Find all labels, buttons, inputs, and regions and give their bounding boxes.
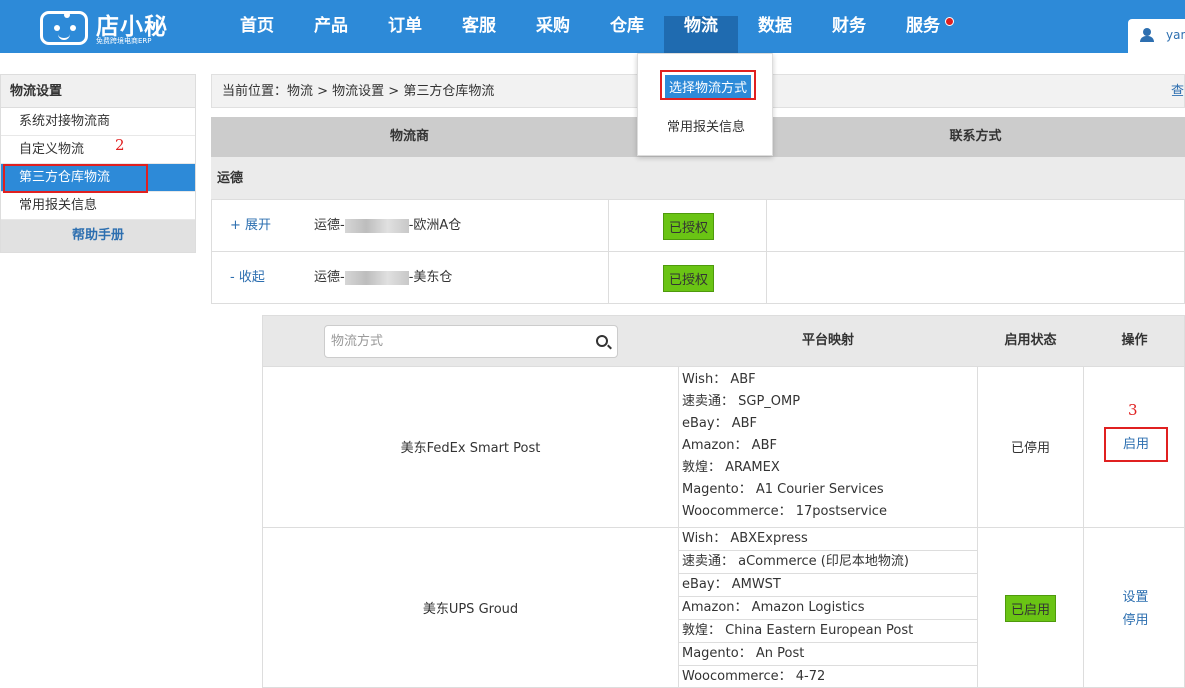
operations-cell: 设置 停用: [1083, 528, 1185, 688]
mapping-line: Woocommerce： 4-72: [679, 666, 977, 688]
top-bar: 店小秘 免费跨境电商ERP 首页 产品 订单 客服 采购 仓库 物流 数据 财务…: [0, 0, 1185, 53]
mapping-line: Magento： An Post: [679, 643, 977, 666]
status-text: 已停用: [1010, 441, 1050, 456]
col-status: 启用状态: [1004, 333, 1057, 348]
settings-link[interactable]: 设置: [1084, 586, 1185, 605]
sidebar-item-third-party-warehouse[interactable]: 第三方仓库物流: [1, 164, 195, 193]
nav-orders[interactable]: 订单: [368, 0, 442, 53]
search-icon[interactable]: [596, 335, 608, 347]
enabled-badge: 已启用: [1004, 595, 1056, 622]
sidebar-title: 物流设置: [1, 75, 195, 108]
col-platform-mapping: 平台映射: [801, 333, 854, 348]
dropdown-item-customs-info[interactable]: 常用报关信息: [638, 116, 774, 135]
nav-services[interactable]: 服务: [886, 0, 960, 53]
help-manual-link[interactable]: 帮助手册: [1, 220, 195, 252]
nav-customer-service[interactable]: 客服: [442, 0, 516, 53]
dropdown-item-select-method[interactable]: 选择物流方式: [660, 70, 757, 100]
mapping-line: 速卖通： SGP_OMP: [682, 394, 801, 409]
user-menu[interactable]: yan: [1128, 19, 1185, 53]
mapping-line: Amazon： ABF: [682, 438, 777, 453]
logistics-dropdown: 选择物流方式 常用报关信息: [637, 53, 773, 156]
sidebar-item-custom-logistics[interactable]: 自定义物流: [1, 136, 195, 164]
warehouse-name: 运德- -欧洲A仓: [314, 218, 462, 233]
col-operations: 操作: [1121, 333, 1148, 348]
sidebar-item-system-carriers[interactable]: 系统对接物流商: [1, 108, 195, 136]
breadcrumb-right-link[interactable]: 查: [1171, 75, 1184, 109]
mapping-line: 敦煌： ARAMEX: [682, 460, 780, 475]
nav-purchasing[interactable]: 采购: [516, 0, 590, 53]
authorized-badge: 已授权: [663, 213, 715, 240]
mapping-line: 敦煌： China Eastern European Post: [679, 620, 977, 643]
expand-link[interactable]: + 展开: [230, 200, 271, 252]
mapping-line: eBay： ABF: [682, 416, 757, 431]
method-search-input[interactable]: [325, 326, 585, 357]
mapping-line: eBay： AMWST: [679, 574, 977, 597]
mapping-line: Woocommerce： 17postservice: [682, 504, 887, 519]
carrier-group: 运德: [211, 157, 1185, 200]
operations-cell: 3 启用: [1083, 367, 1185, 527]
mapping-line: Magento： A1 Courier Services: [682, 482, 884, 497]
nav-products[interactable]: 产品: [294, 0, 368, 53]
mapping-line: Wish： ABF: [682, 372, 756, 387]
logo-subtitle: 免费跨境电商ERP: [96, 37, 152, 45]
disable-link[interactable]: 停用: [1084, 609, 1185, 628]
notification-dot-icon: [945, 17, 954, 26]
mapping-line: Wish： ABXExpress: [679, 528, 977, 551]
enable-button[interactable]: 启用: [1104, 427, 1168, 462]
nav-warehouse[interactable]: 仓库: [590, 0, 664, 53]
col-contact: 联系方式: [949, 129, 1002, 144]
annotation-3: 3: [1128, 401, 1138, 419]
sidebar-item-customs-info[interactable]: 常用报关信息: [1, 192, 195, 220]
warehouse-name: 运德- -美东仓: [314, 270, 453, 285]
status-cell: 已启用: [978, 595, 1083, 622]
annotation-2: 2: [115, 136, 125, 154]
warehouse-row: - 收起 运德- -美东仓 已授权: [211, 252, 1185, 304]
logo[interactable]: 店小秘 免费跨境电商ERP: [40, 5, 170, 47]
redacted-block: [344, 218, 409, 233]
nav-data[interactable]: 数据: [738, 0, 812, 53]
method-name: 美东FedEx Smart Post: [400, 441, 541, 456]
collapse-link[interactable]: - 收起: [230, 252, 265, 304]
table-row: 美东FedEx Smart Post Wish： ABF 速卖通： SGP_OM…: [262, 367, 1185, 528]
main-nav: 首页 产品 订单 客服 采购 仓库 物流 数据 财务 服务: [220, 0, 960, 53]
authorized-badge: 已授权: [663, 265, 715, 292]
col-carrier: 物流商: [389, 129, 429, 144]
method-name: 美东UPS Groud: [422, 602, 519, 617]
platform-mapping: Wish： ABF 速卖通： SGP_OMP eBay： ABF Amazon：…: [678, 367, 978, 527]
nav-finance[interactable]: 财务: [812, 0, 886, 53]
nav-home[interactable]: 首页: [220, 0, 294, 53]
redacted-block: [344, 270, 409, 285]
platform-mapping: Wish： ABXExpress 速卖通： aCommerce (印尼本地物流)…: [678, 528, 978, 688]
mapping-line: Amazon： Amazon Logistics: [679, 597, 977, 620]
warehouse-row: + 展开 运德- -欧洲A仓 已授权: [211, 200, 1185, 252]
mapping-line: 速卖通： aCommerce (印尼本地物流): [679, 551, 977, 574]
table-row: 美东UPS Groud Wish： ABXExpress 速卖通： aComme…: [262, 528, 1185, 688]
method-table-header: 平台映射 启用状态 操作: [262, 315, 1185, 367]
nav-logistics[interactable]: 物流: [664, 16, 738, 53]
method-search: [324, 325, 618, 358]
robot-logo-icon: [40, 11, 88, 45]
sidebar: 物流设置 系统对接物流商 自定义物流 第三方仓库物流 常用报关信息 帮助手册: [0, 74, 196, 253]
user-name: yan: [1166, 28, 1185, 42]
user-icon: [1140, 28, 1154, 42]
